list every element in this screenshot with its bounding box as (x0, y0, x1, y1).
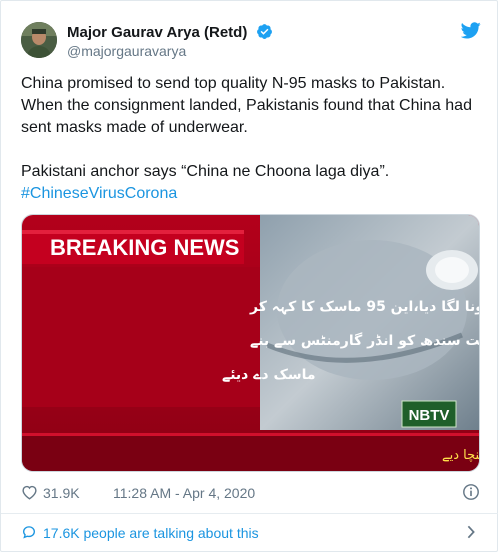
tweet-text-line: When the consignment landed, Pakistanis … (21, 97, 472, 114)
heart-icon[interactable] (21, 484, 38, 503)
twitter-bird-icon[interactable] (460, 22, 481, 44)
tweet-meta-row: 31.9K 11:28 AM - Apr 4, 2020 (21, 482, 480, 504)
tweet-header: Major Gaurav Arya (Retd) @majorgauravary… (21, 19, 481, 63)
conversation-link[interactable]: 17.6K people are talking about this (21, 521, 480, 545)
author-name-text[interactable]: Major Gaurav Arya (Retd) (67, 24, 247, 41)
news-ticker: سندھ حکومت نے بھی ماسک بغیر دیکھے قطر ہس… (442, 448, 480, 463)
urdu-headline-line: حکومت سندھ کو انڈر گارمنٹس سے بنے (250, 332, 480, 349)
avatar[interactable] (21, 22, 57, 58)
hashtag-link[interactable]: #ChineseVirusCorona (21, 183, 485, 205)
tweet-text-line: Pakistani anchor says “China ne Choona l… (21, 163, 390, 180)
chevron-right-icon[interactable] (466, 525, 476, 542)
tweet-card: Major Gaurav Arya (Retd) @majorgauravary… (0, 0, 498, 552)
channel-logo: NBTV (409, 407, 450, 424)
divider (1, 513, 498, 514)
info-icon[interactable] (462, 483, 480, 504)
verified-badge-icon (256, 23, 273, 44)
urdu-headline-line: چائینہ نے چونا لگا دیا،این 95 ماسک کا کہ… (249, 298, 480, 315)
tweet-timestamp[interactable]: 11:28 AM - Apr 4, 2020 (113, 485, 255, 501)
talking-about-text[interactable]: 17.6K people are talking about this (43, 525, 259, 541)
tweet-text: China promised to send top quality N-95 … (21, 73, 485, 205)
author-handle[interactable]: @majorgauravarya (67, 43, 186, 59)
author-name[interactable]: Major Gaurav Arya (Retd) (67, 23, 273, 44)
tweet-media-image[interactable]: BREAKING NEWS چائینہ نے چونا لگا دیا،این… (21, 214, 480, 472)
speech-bubble-icon (21, 524, 37, 543)
breaking-news-banner: BREAKING NEWS (50, 235, 239, 260)
tweet-text-line: China promised to send top quality N-95 … (21, 75, 446, 92)
news-screenshot: BREAKING NEWS چائینہ نے چونا لگا دیا،این… (22, 215, 480, 471)
tweet-text-line: sent masks made of underwear. (21, 119, 248, 136)
urdu-headline-line: ماسک دے دیئے (222, 367, 316, 383)
like-count[interactable]: 31.9K (43, 485, 80, 501)
